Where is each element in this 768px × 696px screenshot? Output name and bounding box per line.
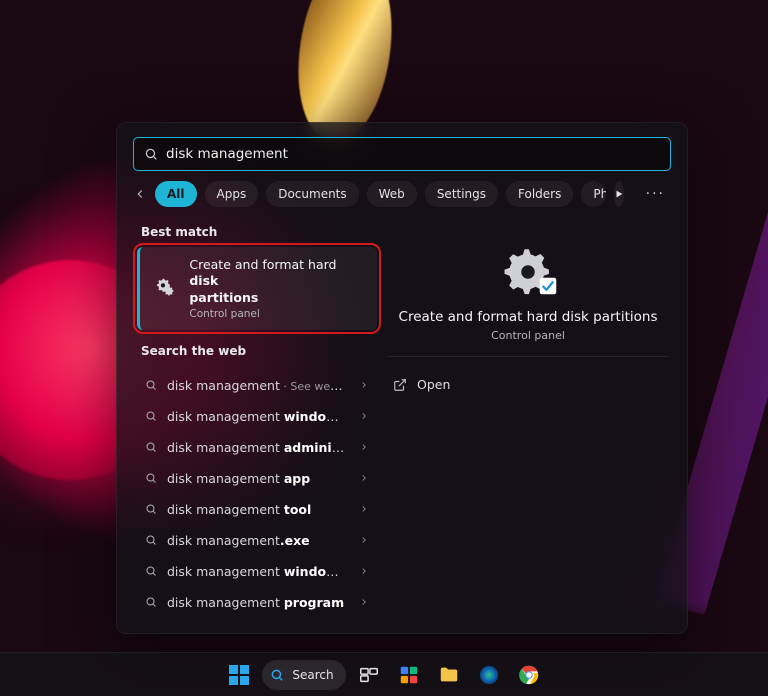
filter-scroll-right[interactable] [614, 181, 624, 207]
web-result[interactable]: disk management · See web results [137, 370, 377, 401]
taskbar-app-explorer[interactable] [432, 658, 466, 692]
search-icon [145, 534, 157, 546]
search-icon [145, 441, 157, 453]
filter-row: All Apps Documents Web Settings Folders … [117, 181, 687, 217]
search-icon [145, 472, 157, 484]
web-result[interactable]: disk management windows 11 [137, 401, 377, 432]
results-content: Best match Create and format hard disk p… [117, 217, 687, 633]
tab-settings[interactable]: Settings [425, 181, 498, 207]
chrome-icon [518, 664, 540, 686]
search-input[interactable] [166, 146, 660, 162]
tab-web[interactable]: Web [367, 181, 417, 207]
taskbar-search[interactable]: Search [262, 660, 345, 690]
search-icon [145, 379, 157, 391]
search-web-label: Search the web [141, 344, 377, 358]
preview-subtitle: Control panel [491, 329, 565, 342]
best-match-title: Create and format hard disk partitions [189, 257, 365, 306]
tab-apps[interactable]: Apps [205, 181, 259, 207]
preview-action-label: Open [417, 377, 450, 392]
desktop: All Apps Documents Web Settings Folders … [0, 0, 768, 696]
preview-action-open[interactable]: Open [387, 365, 669, 404]
tab-folders[interactable]: Folders [506, 181, 573, 207]
search-icon [145, 565, 157, 577]
chevron-right-icon [359, 411, 369, 421]
task-view-icon [358, 664, 380, 686]
more-button[interactable]: ··· [640, 186, 671, 202]
search-icon [144, 147, 158, 161]
web-result[interactable]: disk management windows 10 [137, 556, 377, 587]
tab-photos[interactable]: Photos [581, 181, 605, 207]
open-external-icon [393, 378, 407, 392]
folder-icon [438, 664, 460, 686]
chevron-right-icon [359, 473, 369, 483]
widgets-icon [398, 664, 420, 686]
tab-all[interactable]: All [155, 181, 197, 207]
play-icon [614, 189, 624, 199]
start-button[interactable] [222, 658, 256, 692]
search-icon [145, 503, 157, 515]
search-icon [270, 668, 284, 682]
tab-documents[interactable]: Documents [266, 181, 358, 207]
taskbar: Search [0, 652, 768, 696]
web-result[interactable]: disk management administrator [137, 432, 377, 463]
gear-icon [501, 245, 555, 299]
taskbar-search-label: Search [292, 668, 333, 682]
taskbar-app-chrome[interactable] [512, 658, 546, 692]
web-result[interactable]: disk management app [137, 463, 377, 494]
results-left-column: Best match Create and format hard disk p… [117, 217, 377, 633]
task-view-button[interactable] [352, 658, 386, 692]
search-icon [145, 596, 157, 608]
search-icon [145, 410, 157, 422]
arrow-left-icon [133, 187, 147, 201]
chevron-right-icon [359, 504, 369, 514]
preview-title: Create and format hard disk partitions [399, 309, 658, 325]
web-result[interactable]: disk management program [137, 587, 377, 618]
chevron-right-icon [359, 380, 369, 390]
best-match-result[interactable]: Create and format hard disk partitions C… [137, 247, 377, 330]
taskbar-app-widgets[interactable] [392, 658, 426, 692]
chevron-right-icon [359, 535, 369, 545]
web-result[interactable]: disk management.exe [137, 525, 377, 556]
chevron-right-icon [359, 566, 369, 576]
preview-pane: Create and format hard disk partitions C… [377, 217, 687, 633]
taskbar-app-edge[interactable] [472, 658, 506, 692]
back-button[interactable] [133, 181, 147, 207]
gear-double-icon [154, 275, 179, 301]
chevron-right-icon [359, 442, 369, 452]
chevron-right-icon [359, 597, 369, 607]
windows-logo-icon [229, 665, 249, 685]
web-results-list: disk management · See web results disk m… [137, 370, 377, 618]
preview-hero: Create and format hard disk partitions C… [387, 227, 669, 357]
best-match-subtitle: Control panel [189, 308, 365, 320]
edge-icon [478, 664, 500, 686]
search-bar[interactable] [133, 137, 671, 171]
start-search-window: All Apps Documents Web Settings Folders … [116, 122, 688, 634]
checkmark-badge-icon [539, 277, 557, 295]
best-match-label: Best match [141, 225, 377, 239]
web-result[interactable]: disk management tool [137, 494, 377, 525]
